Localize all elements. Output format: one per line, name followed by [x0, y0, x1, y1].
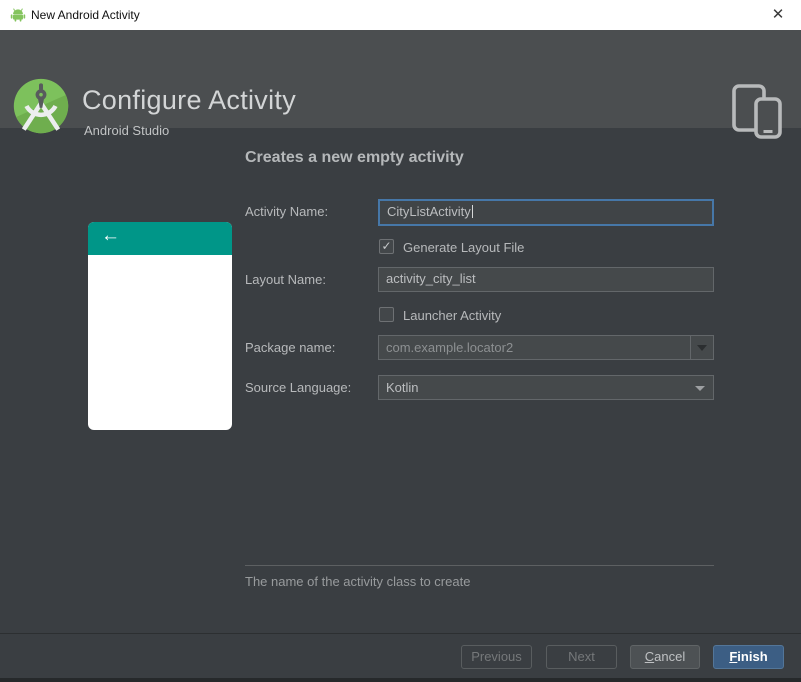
wizard-header: Configure Activity Android Studio: [0, 30, 801, 139]
android-studio-logo-icon: [12, 77, 70, 140]
activity-name-input[interactable]: CityListActivity: [378, 199, 714, 226]
window-bottom-edge: [0, 678, 801, 682]
layout-name-label: Layout Name:: [245, 272, 326, 287]
activity-name-label: Activity Name:: [245, 204, 329, 219]
layout-name-input[interactable]: activity_city_list: [378, 267, 714, 292]
launcher-activity-label[interactable]: Launcher Activity: [403, 308, 501, 323]
hint-divider: [245, 565, 714, 566]
wizard-subtitle: Android Studio: [84, 123, 170, 138]
close-icon[interactable]: ✕: [755, 0, 801, 30]
source-language-label: Source Language:: [245, 380, 352, 395]
wizard-title: Configure Activity: [82, 85, 296, 115]
cancel-button[interactable]: Cancel: [630, 645, 700, 669]
text-caret: [471, 205, 473, 218]
package-name-label: Package name:: [245, 340, 336, 355]
launcher-activity-checkbox[interactable]: [379, 307, 394, 322]
finish-button[interactable]: Finish: [713, 645, 784, 669]
android-robot-icon: [10, 8, 26, 27]
package-name-combobox[interactable]: com.example.locator2: [378, 335, 714, 360]
combobox-arrow-button[interactable]: [690, 336, 713, 359]
window-title: New Android Activity: [31, 8, 140, 22]
titlebar: New Android Activity ✕: [0, 0, 801, 30]
footer-divider: [0, 633, 801, 634]
chevron-down-icon: [697, 345, 707, 351]
page-heading: Creates a new empty activity: [245, 149, 464, 166]
phone-tablet-icon: [731, 83, 785, 145]
checkmark-icon: ✓: [381, 239, 392, 253]
next-button[interactable]: Next: [546, 645, 617, 669]
generate-layout-checkbox[interactable]: ✓: [379, 239, 394, 254]
chevron-down-icon: [695, 386, 705, 391]
new-android-activity-dialog: New Android Activity ✕ Configure Activit…: [0, 0, 801, 682]
previous-button[interactable]: Previous: [461, 645, 532, 669]
activity-preview: ←: [88, 222, 232, 430]
generate-layout-label[interactable]: Generate Layout File: [403, 240, 524, 255]
hint-text: The name of the activity class to create: [245, 574, 471, 589]
back-arrow-icon: ←: [101, 225, 120, 246]
source-language-combobox[interactable]: Kotlin: [378, 375, 714, 400]
